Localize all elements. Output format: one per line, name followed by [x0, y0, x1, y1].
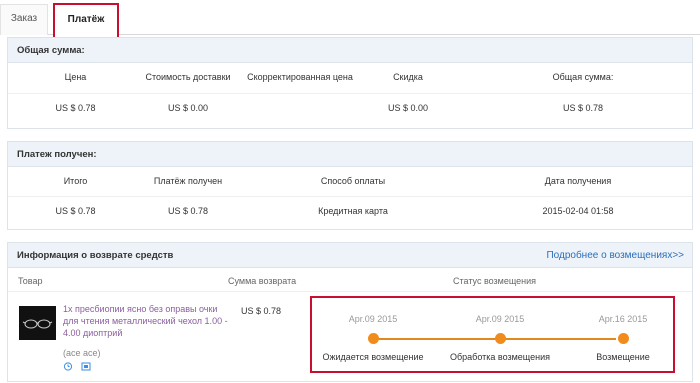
value-payment-received: US $ 0.78: [167, 206, 209, 216]
product-sku: (ace ace): [63, 348, 101, 358]
header-payment-method: Способ оплаты: [320, 176, 386, 186]
header-adjusted-price: Скорректированная цена: [247, 72, 353, 82]
total-sum-panel: Общая сумма: Цена Стоимость доставки Ско…: [7, 37, 693, 129]
refund-amount: US $ 0.78: [241, 306, 282, 316]
value-receipt-date: 2015-02-04 01:58: [542, 206, 614, 216]
value-subtotal: US $ 0.78: [55, 206, 96, 216]
refund-info-title: Информация о возврате средств: [17, 250, 174, 261]
glasses-image: [19, 306, 56, 340]
summary-value-row: US $ 0.78 US $ 0.00 US $ 0.00 US $ 0.78: [8, 93, 692, 121]
timeline-label-2: Обработка возмещения: [450, 352, 550, 362]
header-shipping: Стоимость доставки: [145, 72, 231, 82]
tab-payment[interactable]: Платёж: [53, 3, 119, 39]
col-refund-status: Статус возмещения: [453, 276, 537, 286]
header-price: Цена: [64, 72, 87, 82]
col-product: Товар: [18, 276, 43, 286]
header-discount: Скидка: [393, 72, 423, 82]
header-total: Общая сумма:: [552, 72, 614, 82]
header-payment-received: Платёж получен: [153, 176, 223, 186]
snapshot-icon[interactable]: [81, 361, 91, 371]
value-total: US $ 0.78: [562, 103, 604, 113]
timeline-label-3: Возмещение: [596, 352, 650, 362]
tab-bar: Заказ Платёж: [0, 0, 700, 39]
value-shipping: US $ 0.00: [167, 103, 209, 113]
value-payment-method: Кредитная карта: [318, 206, 388, 216]
refund-info-header: Информация о возврате средств Подробнее …: [8, 243, 692, 268]
value-price: US $ 0.78: [55, 103, 96, 113]
received-value-row: US $ 0.78 US $ 0.78 Кредитная карта 2015…: [8, 196, 692, 224]
refund-info-panel: Информация о возврате средств Подробнее …: [7, 242, 693, 382]
refund-columns: Товар Сумма возврата Статус возмещения: [8, 270, 692, 292]
alarm-clock-icon[interactable]: [63, 361, 73, 371]
tab-order[interactable]: Заказ: [0, 4, 48, 35]
timeline-date-3: Apr.16 2015: [598, 314, 648, 324]
header-subtotal: Итого: [63, 176, 88, 186]
header-receipt-date: Дата получения: [544, 176, 612, 186]
received-header-row: Итого Платёж получен Способ оплаты Дата …: [8, 167, 692, 195]
timeline-date-2: Apr.09 2015: [475, 314, 525, 324]
timeline-dot-1: [368, 333, 379, 344]
product-thumbnail[interactable]: [19, 306, 56, 340]
total-sum-title: Общая сумма:: [8, 38, 692, 63]
payment-received-panel: Платеж получен: Итого Платёж получен Спо…: [7, 141, 693, 230]
timeline-date-1: Apr.09 2015: [348, 314, 398, 324]
refund-details-link[interactable]: Подробнее о возмещениях>>: [546, 243, 684, 268]
product-icons: [63, 361, 96, 373]
value-discount: US $ 0.00: [387, 103, 429, 113]
col-refund-amount: Сумма возврата: [228, 276, 297, 286]
timeline-dot-2: [495, 333, 506, 344]
refund-status-timeline: Apr.09 2015 Ожидается возмещение Apr.09 …: [310, 296, 675, 373]
product-title-link[interactable]: 1х пресбиопии ясно без оправы очки для ч…: [63, 303, 228, 339]
timeline-label-1: Ожидается возмещение: [322, 352, 424, 362]
summary-header-row: Цена Стоимость доставки Скорректированна…: [8, 63, 692, 91]
timeline-dot-3: [618, 333, 629, 344]
payment-received-title: Платеж получен:: [8, 142, 692, 167]
